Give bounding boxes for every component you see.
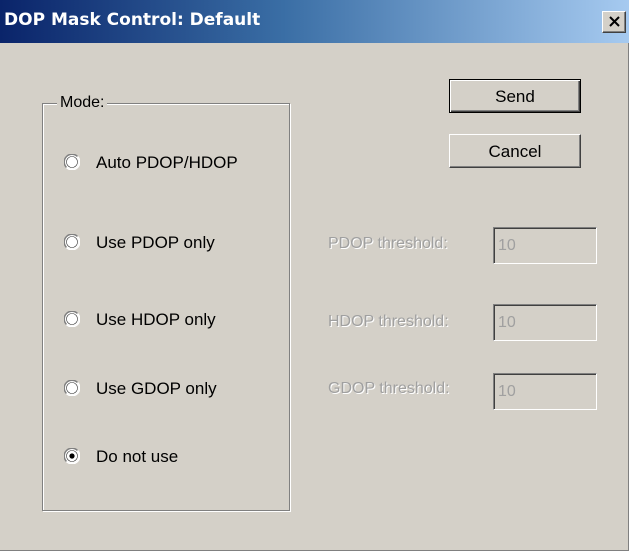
- radio-label: Use HDOP only: [96, 310, 216, 329]
- title-bar[interactable]: DOP Mask Control: Default: [0, 0, 629, 43]
- hdop-threshold-label: HDOP threshold:: [328, 313, 449, 330]
- hdop-threshold-input[interactable]: [493, 304, 597, 341]
- close-button[interactable]: [602, 11, 626, 33]
- radio-button-selected[interactable]: [64, 448, 80, 464]
- radio-label: Use GDOP only: [96, 379, 217, 398]
- send-button[interactable]: Send: [449, 79, 581, 113]
- radio-label: Auto PDOP/HDOP: [96, 153, 238, 172]
- gdop-threshold-label: GDOP threshold:: [328, 380, 450, 397]
- pdop-threshold-label: PDOP threshold:: [328, 235, 448, 252]
- mode-group-label: Mode:: [57, 94, 108, 112]
- cancel-button[interactable]: Cancel: [449, 134, 581, 168]
- radio-button-unselected[interactable]: [64, 311, 80, 327]
- radio-button-unselected[interactable]: [64, 154, 80, 170]
- dop-mask-dialog: DOP Mask Control: Default Mode: Auto PDO…: [0, 0, 629, 551]
- radio-label: Use PDOP only: [96, 233, 215, 252]
- radio-label: Do not use: [96, 447, 179, 466]
- close-icon: [609, 16, 620, 27]
- gdop-threshold-input[interactable]: [493, 373, 597, 410]
- radio-button-unselected[interactable]: [64, 380, 80, 396]
- pdop-threshold-input[interactable]: [493, 227, 597, 264]
- radio-button-unselected[interactable]: [64, 234, 80, 250]
- window-title: DOP Mask Control: Default: [4, 10, 261, 30]
